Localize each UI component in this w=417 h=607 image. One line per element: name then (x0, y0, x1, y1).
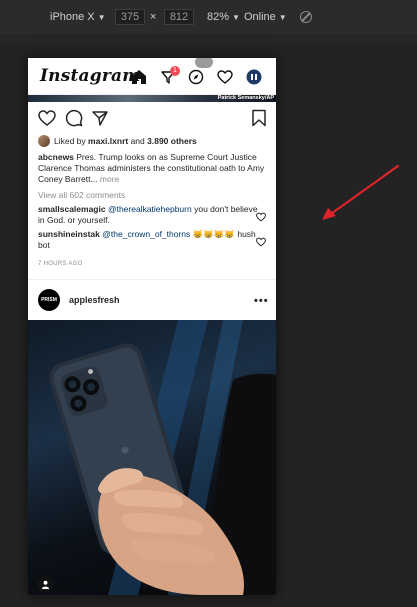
zoom-value: 82% (207, 11, 230, 23)
device-select[interactable]: iPhone X ▼ (50, 11, 106, 23)
device-name: iPhone X (50, 11, 95, 23)
post-divider (28, 279, 276, 280)
comment-mention[interactable]: @the_crown_of_thorns (102, 229, 190, 239)
comment-like-icon[interactable] (256, 209, 266, 222)
bookmark-icon[interactable] (250, 109, 268, 127)
chevron-down-icon: ▼ (278, 13, 287, 22)
notification-badge: 1 (170, 66, 180, 76)
height-input[interactable]: 812 (164, 9, 194, 25)
activity-heart-icon[interactable] (216, 68, 234, 86)
home-icon[interactable] (130, 68, 148, 86)
liked-by-user[interactable]: maxi.lxnrt (88, 136, 128, 146)
share-icon[interactable] (91, 109, 109, 127)
instagram-logo[interactable]: Instagram (40, 66, 140, 86)
liked-by-and: and (130, 136, 145, 146)
caption-username[interactable]: abcnews (38, 152, 74, 162)
liked-by-prefix: Liked by (54, 136, 86, 146)
comment-item: sunshineinstak @the_crown_of_thorns 😸😸😸😸… (38, 229, 258, 251)
view-all-comments-link[interactable]: View all 602 comments (38, 190, 125, 200)
network-throttle-select[interactable]: Online ▼ (244, 11, 287, 23)
chevron-down-icon: ▼ (97, 13, 106, 22)
explore-icon[interactable] (187, 68, 205, 86)
like-icon[interactable] (38, 109, 56, 127)
liked-by-count[interactable]: 3.890 others (147, 136, 197, 146)
post-header: PRISM applesfresh ••• (28, 286, 276, 314)
app-header: Instagram 1 (28, 58, 276, 95)
dimension-separator: × (150, 11, 157, 23)
post-image[interactable] (28, 320, 276, 595)
more-options-icon[interactable]: ••• (254, 295, 269, 307)
device-viewport: Instagram 1 Patrick Semansky/AP Liked by… (28, 58, 276, 595)
comment-username[interactable]: smallscalemagic (38, 204, 106, 214)
network-value: Online (244, 11, 276, 23)
photo-credit: Patrick Semansky/AP (217, 95, 274, 101)
annotation-arrow-icon (322, 164, 400, 220)
profile-avatar-icon[interactable] (245, 68, 263, 86)
ruler-strip (0, 34, 417, 44)
comment-icon[interactable] (65, 109, 83, 127)
comment-mention[interactable]: @therealkatiehepburn (108, 204, 192, 214)
devtools-toolbar: iPhone X ▼ 375 × 812 82% ▼ Online ▼ (0, 0, 417, 34)
rotate-icon[interactable] (300, 11, 312, 23)
post-avatar[interactable]: PRISM (38, 289, 60, 311)
caption-more-link[interactable]: more (100, 174, 119, 184)
comment-like-icon[interactable] (256, 234, 266, 247)
user-tag-icon[interactable] (37, 576, 53, 592)
post-timestamp: 7 HOURS AGO (38, 261, 83, 267)
post-actions (28, 106, 276, 130)
width-input[interactable]: 375 (115, 9, 145, 25)
comment-username[interactable]: sunshineinstak (38, 229, 100, 239)
chevron-down-icon: ▼ (232, 13, 240, 22)
comment-item: smallscalemagic @therealkatiehepburn you… (38, 204, 258, 226)
zoom-select[interactable]: 82% ▼ (207, 11, 240, 23)
post-username[interactable]: applesfresh (69, 295, 120, 305)
post-caption: abcnews Pres. Trump looks on as Supreme … (38, 152, 270, 185)
likes-summary: Liked by maxi.lxnrt and 3.890 others (38, 135, 197, 147)
liker-avatar[interactable] (38, 135, 50, 147)
cursor-indicator (195, 58, 213, 68)
